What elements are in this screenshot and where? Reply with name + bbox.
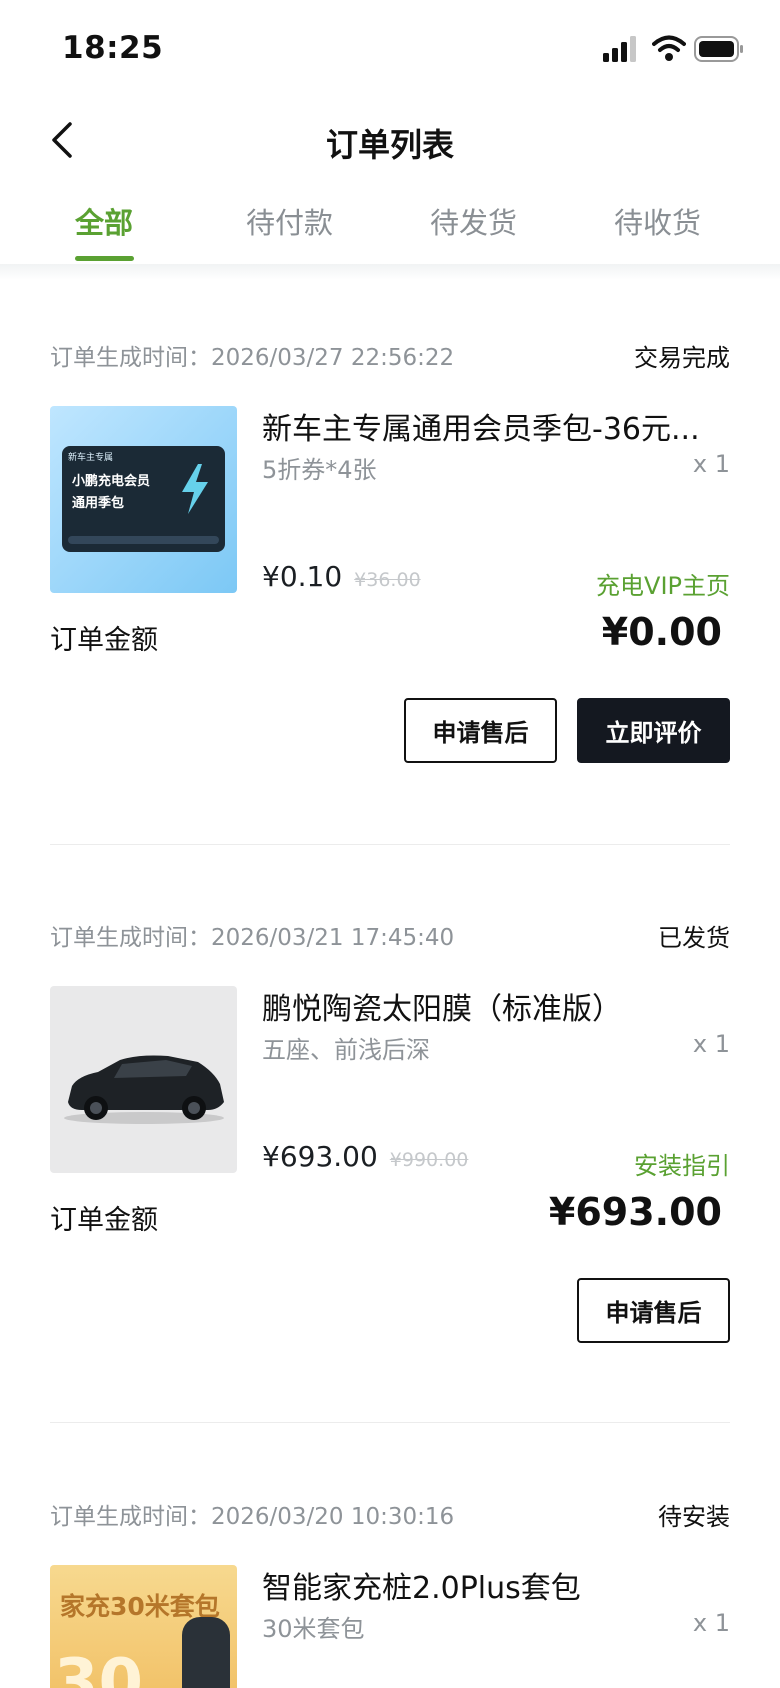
cellular-signal-icon xyxy=(603,36,636,62)
order-divider xyxy=(50,844,730,845)
product-spec: 五座、前浅后深 xyxy=(262,1036,430,1064)
product-price-row: ¥0.10 ¥36.00 xyxy=(262,560,421,593)
tabs-divider xyxy=(0,264,780,280)
product-price-row: ¥693.00 ¥990.00 xyxy=(262,1140,468,1173)
order-amount-label: 订单金额 xyxy=(50,1205,158,1236)
original-price: ¥36.00 xyxy=(354,569,421,591)
tab-pending-payment[interactable]: 待付款 xyxy=(246,200,333,242)
order-time: 订单生成时间：2026/03/27 22:56:22 xyxy=(50,345,455,371)
review-now-button[interactable]: 立即评价 xyxy=(577,698,730,763)
wifi-icon xyxy=(652,35,686,61)
order-status: 待安装 xyxy=(658,1503,730,1531)
thumb-line2: 通用季包 xyxy=(72,496,125,511)
product-name[interactable]: 新车主专属通用会员季包-36元... xyxy=(262,404,730,448)
product-spec: 30米套包 xyxy=(262,1615,365,1643)
product-thumbnail[interactable]: 新车主专属 小鹏充电会员 通用季包 xyxy=(50,406,237,593)
product-thumbnail[interactable]: 家充30米套包 30 xyxy=(50,1565,237,1688)
product-spec: 5折券*4张 xyxy=(262,456,377,484)
order-time: 订单生成时间：2026/03/21 17:45:40 xyxy=(50,925,455,951)
order-amount: ¥0.00 xyxy=(601,610,722,654)
product-price: ¥693.00 xyxy=(262,1140,378,1173)
order-divider xyxy=(50,1422,730,1423)
product-name[interactable]: 鹏悦陶瓷太阳膜（标准版） xyxy=(262,984,730,1028)
order-amount: ¥693.00 xyxy=(548,1190,722,1234)
vip-home-link[interactable]: 充电VIP主页 xyxy=(596,566,730,601)
product-name[interactable]: 智能家充桩2.0Plus套包 xyxy=(262,1563,730,1607)
status-bar: 18:25 xyxy=(0,0,780,100)
thumb-footer-bar xyxy=(68,536,219,544)
install-guide-link[interactable]: 安装指引 xyxy=(634,1146,730,1181)
product-qty: x 1 xyxy=(692,1609,730,1637)
product-thumbnail[interactable] xyxy=(50,986,237,1173)
after-sales-button[interactable]: 申请售后 xyxy=(404,698,557,763)
product-price: ¥0.10 xyxy=(262,560,343,593)
thumb-big-number: 30 xyxy=(54,1646,144,1688)
order-tabs: 全部 待付款 待发货 待收货 xyxy=(0,200,780,264)
after-sales-button[interactable]: 申请售后 xyxy=(577,1278,730,1343)
thumb-badge: 新车主专属 xyxy=(68,453,114,463)
tab-pending-shipment[interactable]: 待发货 xyxy=(430,200,517,242)
order-time: 订单生成时间：2026/03/20 10:30:16 xyxy=(50,1504,455,1530)
status-time: 18:25 xyxy=(62,30,164,66)
original-price: ¥990.00 xyxy=(389,1149,469,1171)
product-qty: x 1 xyxy=(692,1030,730,1058)
product-qty: x 1 xyxy=(692,450,730,478)
tab-all[interactable]: 全部 xyxy=(75,200,133,242)
suv-car-image xyxy=(64,1055,224,1124)
tab-pending-receipt[interactable]: 待收货 xyxy=(614,200,701,242)
order-amount-label: 订单金额 xyxy=(50,625,158,656)
active-tab-indicator xyxy=(75,256,134,261)
membership-card-graphic: 新车主专属 小鹏充电会员 通用季包 xyxy=(62,446,225,552)
thumb-line1: 小鹏充电会员 xyxy=(72,474,151,489)
order-status: 已发货 xyxy=(658,924,730,952)
page-title: 订单列表 xyxy=(325,126,454,164)
order-status: 交易完成 xyxy=(634,344,730,372)
lightning-icon xyxy=(182,464,208,514)
battery-icon xyxy=(694,36,743,62)
charger-graphic xyxy=(182,1617,230,1688)
